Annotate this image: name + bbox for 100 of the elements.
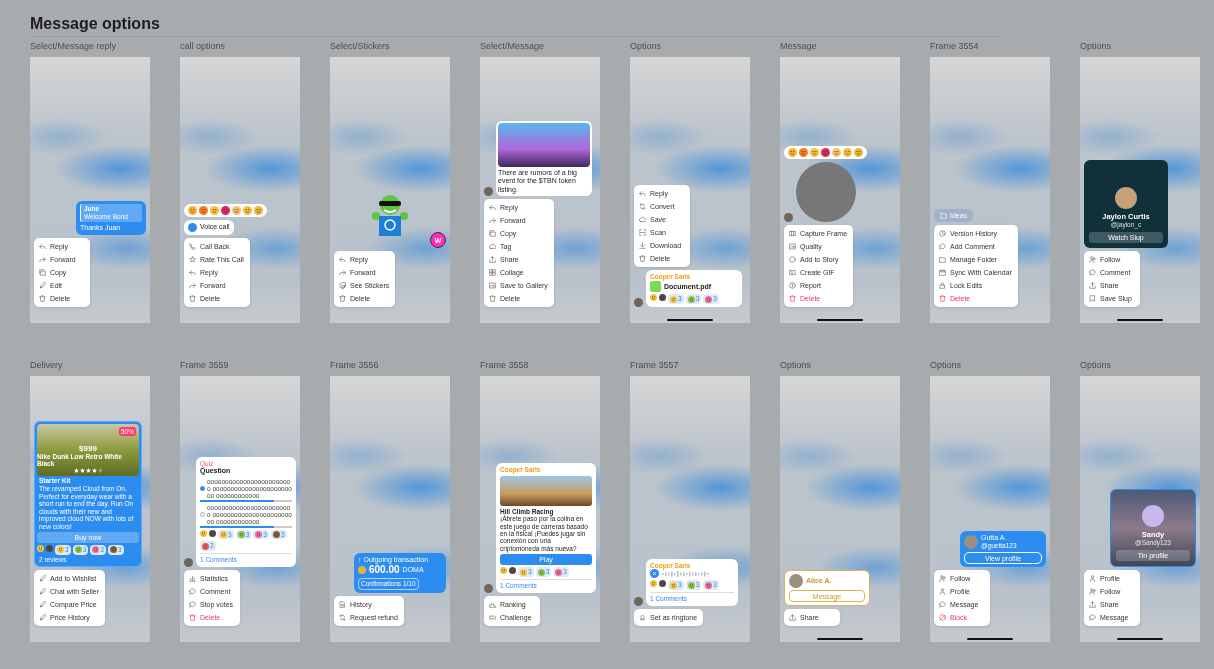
chart-icon	[189, 575, 196, 582]
copy-icon	[39, 269, 46, 276]
avatar	[784, 213, 793, 222]
reply-icon	[189, 269, 196, 276]
gamepad-icon	[489, 614, 496, 621]
pencil-icon	[39, 575, 46, 582]
pencil-icon	[39, 601, 46, 608]
product-card[interactable]	[34, 420, 142, 567]
product-price: $999	[79, 443, 97, 453]
share-icon	[789, 614, 796, 621]
podium-icon	[489, 601, 496, 608]
scan-icon	[639, 229, 646, 237]
trash-icon	[39, 295, 46, 302]
cycle-arrows-icon	[639, 203, 646, 211]
person-plus-icon	[1089, 588, 1096, 595]
emoji-icon[interactable]	[255, 531, 263, 538]
avatar	[964, 534, 978, 549]
sticker-icon	[339, 282, 346, 289]
frame-label: Frame 3558	[480, 359, 530, 371]
emoji-icon[interactable]	[200, 529, 207, 537]
emoji-icon[interactable]	[650, 294, 657, 302]
emoji-icon[interactable]	[202, 542, 209, 550]
trash-icon	[789, 295, 796, 302]
chat-bubble-icon	[1089, 269, 1096, 276]
trash-icon	[639, 255, 646, 263]
gif-icon	[789, 269, 796, 276]
frame-label: Frame 3559	[180, 359, 230, 371]
emoji-icon[interactable]	[109, 546, 117, 554]
star-icon	[189, 256, 196, 263]
calendar-icon	[939, 269, 946, 276]
share-icon	[489, 256, 496, 263]
frame-label: Options	[1080, 359, 1113, 371]
emoji-icon[interactable]	[509, 567, 516, 575]
home-indicator	[1117, 319, 1163, 321]
frame-label: Frame 3556	[330, 359, 380, 371]
emoji-icon[interactable]	[188, 206, 197, 215]
emoji-icon[interactable]	[788, 148, 797, 157]
film-frame-icon	[789, 230, 796, 237]
image-icon	[789, 243, 796, 250]
folder-icon	[940, 212, 947, 219]
emoji-icon[interactable]	[92, 546, 100, 554]
forward-icon	[339, 269, 346, 276]
emoji-icon[interactable]	[243, 206, 252, 215]
emoji-icon[interactable]	[500, 567, 507, 575]
poll-radio[interactable]	[200, 485, 205, 491]
frame-label: Frame 3557	[630, 359, 680, 371]
emoji-icon[interactable]	[843, 148, 852, 157]
emoji-icon[interactable]	[705, 581, 713, 589]
trash-icon	[939, 295, 946, 302]
chat-bubble-icon	[939, 243, 946, 250]
emoji-icon[interactable]	[221, 206, 230, 215]
home-indicator	[1117, 638, 1163, 640]
forward-icon	[189, 282, 196, 289]
reply-icon	[639, 190, 646, 198]
cloud-icon	[639, 216, 646, 224]
emoji-icon[interactable]	[555, 568, 563, 576]
emoji-icon[interactable]	[799, 148, 808, 157]
home-indicator	[667, 319, 713, 321]
reply-icon	[339, 256, 346, 263]
frame-label: Frame 3554	[930, 40, 980, 52]
pencil-icon	[39, 614, 46, 621]
avatar	[1115, 187, 1137, 209]
share-icon	[1089, 282, 1096, 289]
coin-icon	[358, 566, 366, 575]
person-icon	[1089, 575, 1096, 582]
frame-label: Select/Stickers	[330, 40, 391, 52]
emoji-icon[interactable]	[650, 580, 657, 588]
chat-bubble-icon	[1089, 614, 1096, 621]
avatar	[484, 584, 493, 593]
emoji-icon[interactable]	[854, 148, 863, 157]
emoji-icon[interactable]	[821, 148, 830, 157]
avatar	[634, 597, 643, 606]
video-placeholder[interactable]	[796, 162, 856, 222]
frame-label: call options	[180, 40, 227, 52]
document-icon	[339, 601, 346, 608]
file-icon	[650, 281, 661, 293]
emoji-icon[interactable]	[659, 580, 666, 588]
emoji-icon[interactable]	[705, 295, 713, 303]
emoji-icon[interactable]	[254, 206, 263, 215]
copy-icon	[489, 230, 496, 237]
trash-icon	[189, 614, 196, 621]
lock-icon	[939, 282, 946, 289]
emoji-icon[interactable]	[659, 294, 666, 302]
home-indicator	[967, 638, 1013, 640]
pencil-icon	[39, 588, 46, 595]
emoji-icon[interactable]	[209, 529, 216, 537]
emoji-icon[interactable]	[272, 531, 280, 538]
trash-icon	[339, 295, 346, 302]
download-icon	[639, 242, 646, 250]
transaction-amount: 600.00	[369, 564, 400, 577]
frame-label: Select/Message	[480, 40, 546, 52]
cycle-arrows-icon	[339, 614, 346, 621]
emoji-icon[interactable]	[199, 206, 208, 215]
avatar	[184, 558, 193, 567]
page-title: Message options	[30, 14, 161, 34]
forward-icon	[39, 256, 46, 263]
pencil-icon	[39, 282, 46, 289]
bell-icon	[639, 614, 646, 621]
reply-icon	[39, 243, 46, 250]
frame-label: Options	[1080, 40, 1113, 52]
